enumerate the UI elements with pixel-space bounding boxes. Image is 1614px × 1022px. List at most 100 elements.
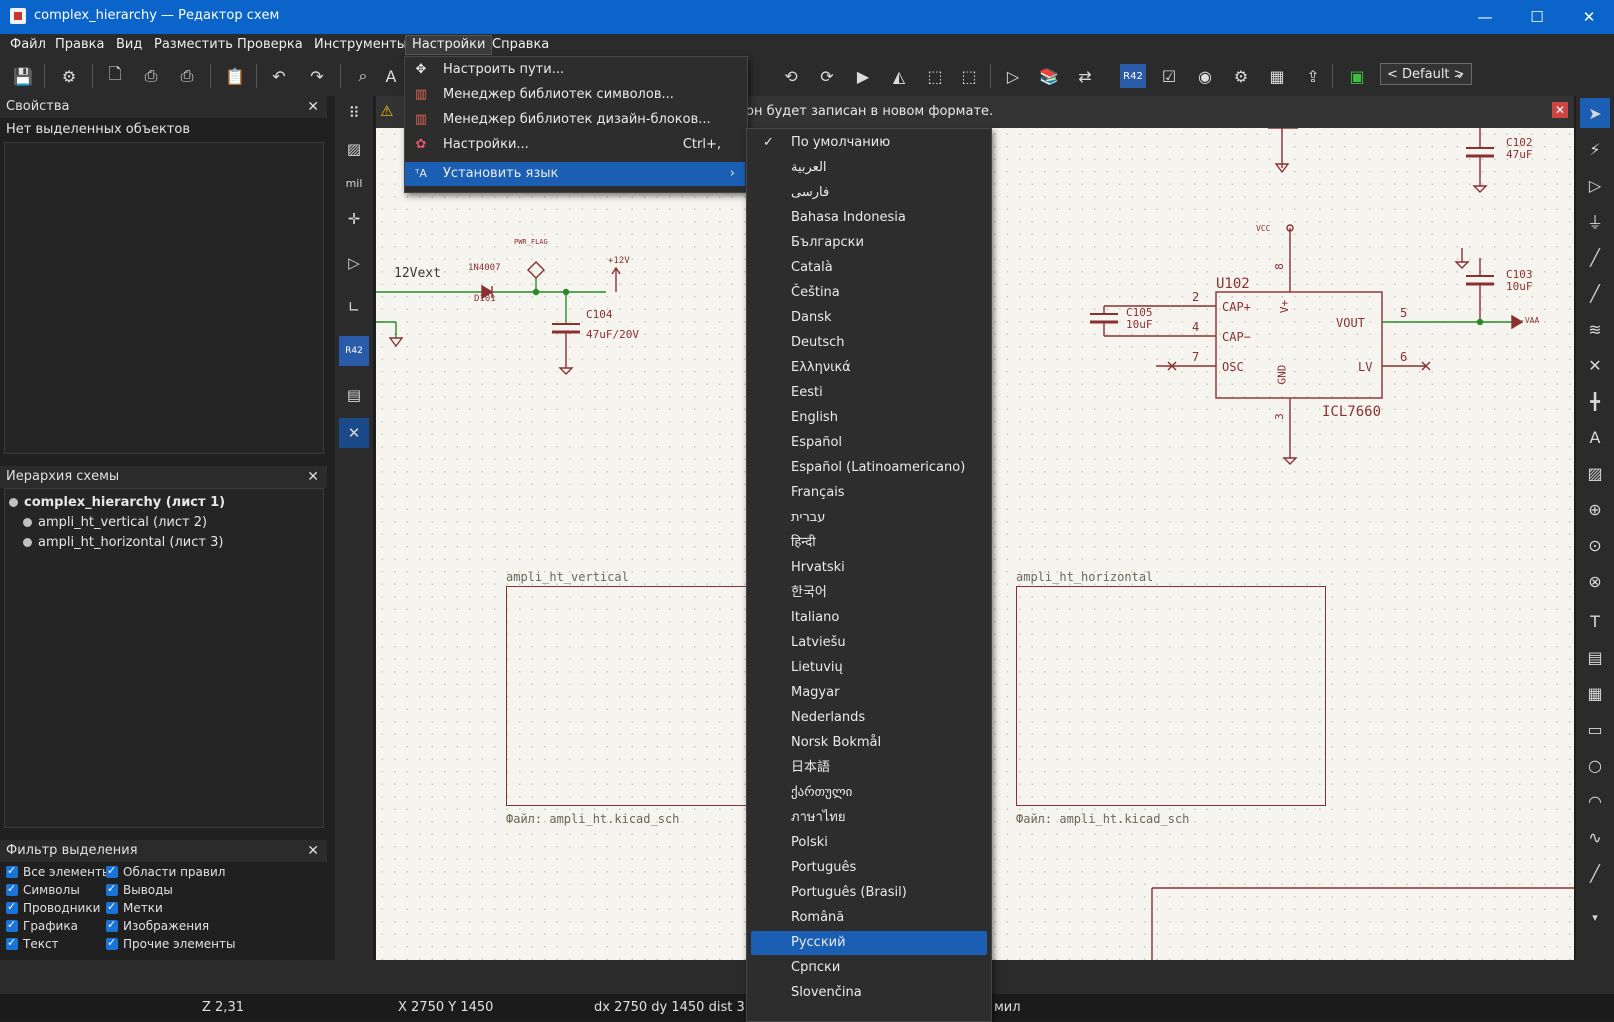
power-vcc[interactable]: VCC [1256, 224, 1270, 233]
mirror-v-icon[interactable]: ▶ [850, 64, 876, 88]
diode-value[interactable]: 1N4007 [468, 263, 501, 273]
annotate-icon[interactable]: R42 [339, 336, 369, 366]
page-settings-icon[interactable]: 🗋 [102, 64, 128, 88]
menu-file[interactable]: Файл [4, 36, 52, 54]
c105-value[interactable]: 10uF [1126, 318, 1153, 331]
language-item[interactable]: ภาษาไทย [751, 806, 987, 830]
language-item[interactable]: Polski [751, 831, 987, 855]
mirror-h-icon[interactable]: ◭ [886, 64, 912, 88]
rule-area-icon[interactable]: ▨ [1580, 458, 1610, 488]
update-pcb-icon[interactable]: ⇄ [1072, 64, 1098, 88]
menu-tools[interactable]: Инструменты [308, 36, 413, 54]
highlight-net-icon[interactable]: ⚡ [1580, 134, 1610, 164]
add-power-icon[interactable]: ⏚ [1580, 206, 1610, 236]
close-icon[interactable]: ✕ [1552, 102, 1568, 118]
c104-value[interactable]: 47uF/20V [586, 328, 639, 341]
cursor-icon[interactable]: ✛ [339, 204, 369, 234]
print-icon[interactable]: ⎙ [138, 64, 164, 88]
language-item[interactable]: Deutsch [751, 331, 987, 355]
redo-icon[interactable]: ↷ [304, 64, 330, 88]
u102-value[interactable]: ICL7660 [1322, 404, 1381, 420]
menu-place[interactable]: Разместить [148, 36, 239, 54]
undo-icon[interactable]: ↶ [266, 64, 292, 88]
junction-icon[interactable]: ╋ [1580, 386, 1610, 416]
language-item[interactable]: Português [751, 856, 987, 880]
menu-preferences[interactable]: Настройки [405, 35, 493, 55]
net-label-12vext[interactable]: 12Vext [394, 266, 441, 281]
language-item[interactable]: Español (Latinoamericano) [751, 456, 987, 480]
power-plus12v[interactable]: +12V [608, 256, 630, 266]
close-icon[interactable]: ✕ [307, 840, 319, 862]
close-button[interactable]: ✕ [1564, 0, 1614, 34]
language-item[interactable]: Српски [751, 956, 987, 980]
language-item[interactable]: हिन्दी [751, 531, 987, 555]
hierarchical-sheet[interactable] [1016, 586, 1326, 806]
units-mil-icon[interactable]: mil [339, 168, 369, 198]
grid-icon[interactable]: ⠿ [339, 98, 369, 128]
preset-select[interactable]: < Default > ⌄ [1380, 63, 1472, 85]
menu-item-preferences[interactable]: ✿ Настройки... Ctrl+, [405, 133, 745, 157]
language-item[interactable]: עברית [751, 506, 987, 530]
chevron-down-icon[interactable]: ▾ [1580, 902, 1610, 932]
language-item[interactable]: Hrvatski [751, 556, 987, 580]
minimize-button[interactable]: — [1460, 0, 1510, 34]
bezier-icon[interactable]: ∿ [1580, 822, 1610, 852]
language-item[interactable]: Nederlands [751, 706, 987, 730]
language-item[interactable]: 한국어 [751, 581, 987, 605]
table-icon[interactable]: ▦ [1264, 64, 1290, 88]
language-item[interactable]: Italiano [751, 606, 987, 630]
annotate-icon[interactable]: R42 [1120, 64, 1146, 88]
filter-checkbox[interactable]: Изображения [106, 917, 209, 934]
language-item[interactable]: Lietuvių [751, 656, 987, 680]
sheet-pin-icon[interactable]: ⊗ [1580, 566, 1610, 596]
language-item[interactable]: Español [751, 431, 987, 455]
pwr-flag-label[interactable]: PWR_FLAG [514, 238, 548, 246]
c103-value[interactable]: 10uF [1506, 280, 1533, 293]
language-item[interactable]: Čeština [751, 281, 987, 305]
close-icon[interactable]: ✕ [307, 466, 319, 488]
add-wire-icon[interactable]: ╱ [1580, 242, 1610, 272]
arc-icon[interactable]: ◠ [1580, 786, 1610, 816]
net-label-icon[interactable]: A [1580, 422, 1610, 452]
filter-checkbox[interactable]: Все элементы [6, 863, 111, 880]
language-item[interactable]: Русский [751, 931, 987, 955]
language-item[interactable]: Български [751, 231, 987, 255]
symbol-editor-icon[interactable]: ▷ [1000, 64, 1026, 88]
language-item[interactable]: Română [751, 906, 987, 930]
simulator-icon[interactable]: ◉ [1192, 64, 1218, 88]
grid-overrides-icon[interactable]: ▨ [339, 134, 369, 164]
hier-label-icon[interactable]: ⊙ [1580, 530, 1610, 560]
global-label-icon[interactable]: ⊕ [1580, 494, 1610, 524]
language-item[interactable]: Eesti [751, 381, 987, 405]
filter-checkbox[interactable]: Графика [6, 917, 78, 934]
menu-edit[interactable]: Правка [49, 36, 110, 54]
erc-icon[interactable]: ☑ [1156, 64, 1182, 88]
schematic-setup-icon[interactable]: ⚙ [56, 64, 82, 88]
rotate-ccw-icon[interactable]: ⟲ [778, 64, 804, 88]
menu-item-set-language[interactable]: ᵀA Установить язык › [405, 162, 745, 186]
find-replace-icon[interactable]: A [378, 64, 404, 88]
assign-footprints-icon[interactable]: ⚙ [1228, 64, 1254, 88]
filter-checkbox[interactable]: Прочие элементы [106, 935, 235, 952]
open-pcb-icon[interactable]: ▣ [1344, 64, 1370, 88]
language-item[interactable]: 日本語 [751, 756, 987, 780]
tree-item-root[interactable]: complex_hierarchy (лист 1) [9, 495, 225, 510]
tree-item-sheet[interactable]: ampli_ht_vertical (лист 2) [23, 515, 207, 530]
ungroup-icon[interactable]: ⬚ [956, 64, 982, 88]
add-bus-icon[interactable]: ╱ [1580, 278, 1610, 308]
c102-value[interactable]: 47uF [1506, 148, 1533, 161]
diode-ref[interactable]: D101 [474, 294, 496, 304]
text-icon[interactable]: T [1580, 606, 1610, 636]
language-item[interactable]: Slovenčina [751, 981, 987, 1005]
c104-ref[interactable]: C104 [586, 308, 613, 321]
bom-icon[interactable]: ⇪ [1300, 64, 1326, 88]
save-icon[interactable]: 💾 [10, 64, 36, 88]
filter-checkbox[interactable]: Текст [6, 935, 59, 952]
close-icon[interactable]: ✕ [307, 96, 319, 118]
no-connect-icon[interactable]: ✕ [1580, 350, 1610, 380]
language-item[interactable]: Magyar [751, 681, 987, 705]
filter-checkbox[interactable]: Проводники [6, 899, 100, 916]
hidden-pins-icon[interactable]: ▷ [339, 248, 369, 278]
menu-view[interactable]: Вид [110, 36, 148, 54]
filter-checkbox[interactable]: Выводы [106, 881, 173, 898]
